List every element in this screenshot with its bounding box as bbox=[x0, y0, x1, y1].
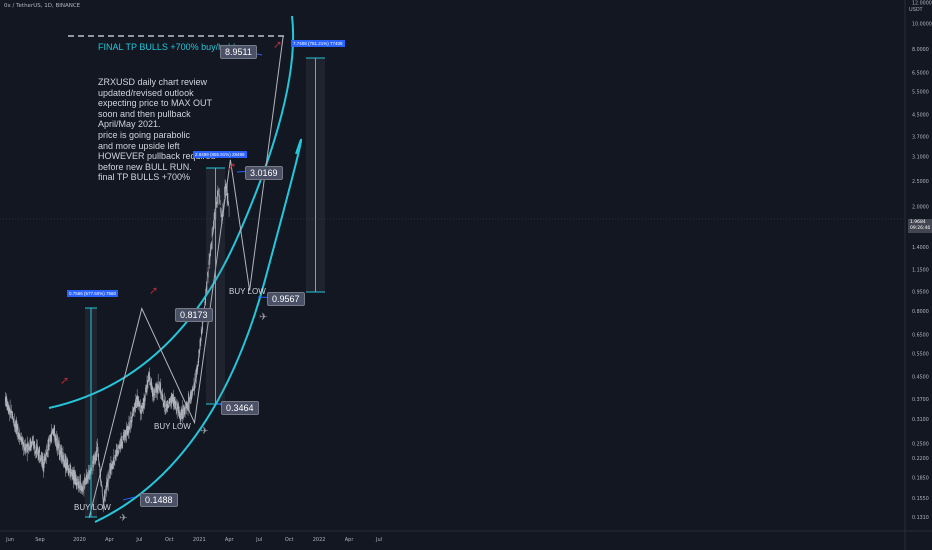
price-box-0-1488[interactable]: 0.1488 bbox=[140, 493, 178, 507]
x-tick-label-0: Jun bbox=[5, 537, 14, 543]
y-tick-label-22: 0.2200 bbox=[912, 456, 929, 462]
y-tick-label-15: 0.8000 bbox=[912, 309, 929, 315]
x-tick-label-12: Jul bbox=[375, 537, 382, 543]
y-tick-label-4: 6.5000 bbox=[912, 70, 929, 76]
y-tick-label-2: 10.0000 bbox=[912, 21, 932, 27]
measure-box-2[interactable]: 2.8499 (855.91%) 28499 bbox=[193, 151, 247, 158]
airplane-icon: ✈ bbox=[200, 426, 208, 437]
y-tick-label-1: 12.0000 bbox=[912, 1, 932, 7]
airplane-icon: ✈ bbox=[119, 513, 127, 524]
y-tick-label-16: 0.6500 bbox=[912, 333, 929, 339]
buy-low-label-2: BUY LOW bbox=[154, 422, 191, 431]
y-tick-label-12: 1.4000 bbox=[912, 245, 929, 251]
y-tick-label-13: 1.1500 bbox=[912, 268, 929, 274]
x-tick-label-9: Oct bbox=[285, 537, 294, 543]
x-tick-label-3: Apr bbox=[105, 537, 115, 543]
rocket-icon: ➚ bbox=[60, 374, 69, 387]
y-tick-label-19: 0.3700 bbox=[912, 397, 929, 403]
price-box-3-0169[interactable]: 3.0169 bbox=[245, 166, 283, 180]
x-tick-label-11: Apr bbox=[345, 537, 355, 543]
y-tick-label-20: 0.3100 bbox=[912, 417, 929, 423]
y-tick-label-23: 0.1850 bbox=[912, 476, 929, 482]
y-tick-label-9: 2.5000 bbox=[912, 179, 929, 185]
buy-low-label-3: BUY LOW bbox=[229, 287, 266, 296]
rocket-icon: ➚ bbox=[273, 38, 282, 51]
symbol-header: 0x / TetherUS, 1D, BINANCE bbox=[4, 3, 81, 9]
final-tp-title: FINAL TP BULLS +700% buy/hold bbox=[98, 42, 236, 52]
rocket-icon: ➚ bbox=[149, 284, 158, 297]
y-tick-label-14: 0.9500 bbox=[912, 289, 929, 295]
x-tick-label-5: Oct bbox=[165, 537, 174, 543]
price-box-0-8173[interactable]: 0.8173 bbox=[175, 308, 213, 322]
y-tick-label-6: 4.5000 bbox=[912, 112, 929, 118]
y-tick-label-17: 0.5500 bbox=[912, 352, 929, 358]
y-tick-label-5: 5.5000 bbox=[912, 89, 929, 95]
y-tick-label-10: 2.0000 bbox=[912, 205, 929, 211]
current-price-timer: 09:26:46 bbox=[910, 226, 931, 231]
y-tick-label-8: 3.1000 bbox=[912, 155, 929, 161]
scale-currency-label: USDT bbox=[909, 7, 923, 13]
price-box-8-9511[interactable]: 8.9511 bbox=[220, 45, 257, 59]
x-tick-label-8: Jul bbox=[255, 537, 262, 543]
x-tick-label-2: 2020 bbox=[73, 537, 86, 543]
price-box-0-3464[interactable]: 0.3464 bbox=[221, 401, 259, 415]
price-box-0-9567[interactable]: 0.9567 bbox=[267, 292, 305, 306]
x-tick-label-1: Sep bbox=[35, 537, 44, 543]
review-note: ZRXUSD daily chart review updated/revise… bbox=[98, 77, 216, 183]
current-price-tag: 1.9684 09:26:46 bbox=[908, 219, 932, 233]
y-tick-label-25: 0.1310 bbox=[912, 515, 929, 521]
airplane-icon: ✈ bbox=[259, 312, 267, 323]
y-tick-label-3: 8.0000 bbox=[912, 47, 929, 53]
buy-low-label-1: BUY LOW bbox=[74, 503, 111, 512]
y-tick-label-21: 0.2500 bbox=[912, 441, 929, 447]
x-tick-label-4: Jul bbox=[135, 537, 142, 543]
x-tick-label-6: 2021 bbox=[193, 537, 206, 543]
measure-box-1[interactable]: 0.7566 (577.60%) 7560 bbox=[67, 290, 119, 297]
y-tick-label-18: 0.4500 bbox=[912, 374, 929, 380]
y-tick-label-7: 3.7000 bbox=[912, 135, 929, 141]
x-tick-label-10: 2022 bbox=[313, 537, 326, 543]
y-tick-label-24: 0.1550 bbox=[912, 496, 929, 502]
rocket-icon: ➚ bbox=[227, 160, 236, 173]
measure-box-3[interactable]: 7.7408 (781.21%) 77408 bbox=[291, 40, 345, 47]
x-tick-label-7: Apr bbox=[225, 537, 235, 543]
